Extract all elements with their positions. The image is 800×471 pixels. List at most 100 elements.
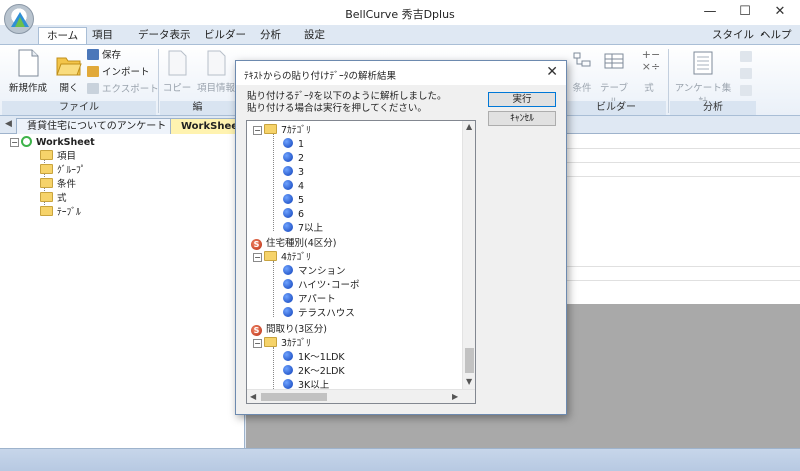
analysis-group-label: 分析	[670, 101, 756, 115]
value-icon	[283, 351, 293, 361]
category-item[interactable]: 4	[283, 180, 304, 193]
tab-data-view[interactable]: データ表示	[130, 27, 199, 45]
category-item[interactable]: テラスハウス	[283, 307, 355, 320]
category-item[interactable]: 2K～2LDK	[283, 365, 345, 378]
folder-icon	[40, 206, 53, 216]
category-node[interactable]: − 4ｶﾃｺﾞﾘ	[253, 251, 311, 264]
formula-button[interactable]: +− ×÷ 式	[638, 49, 660, 95]
dialog-close-button[interactable]: ✕	[546, 64, 558, 80]
tree-item-label: 項目	[57, 151, 77, 162]
save-button[interactable]: 保存	[87, 49, 121, 63]
copy-label: コピー	[162, 83, 192, 94]
scroll-left-icon[interactable]: ◀	[250, 392, 256, 401]
tab-items[interactable]: 項目	[84, 27, 121, 45]
collapse-icon[interactable]: −	[253, 126, 262, 135]
category-item[interactable]: 5	[283, 194, 304, 207]
vertical-scroll-thumb[interactable]	[465, 348, 474, 373]
category-item[interactable]: ハイツ･コーポ	[283, 279, 360, 292]
category-item-label: マンション	[298, 266, 346, 277]
doc-tab-survey[interactable]: 賃貸住宅についてのアンケート	[16, 118, 178, 134]
survey-total-button[interactable]: アンケート集計	[672, 49, 734, 108]
tree-item-items[interactable]: 項目	[40, 150, 76, 163]
category-item-label: ハイツ･コーポ	[298, 280, 360, 291]
tree-item-formula[interactable]: 式	[40, 192, 67, 205]
app-logo-icon[interactable]	[4, 4, 34, 34]
folder-icon	[40, 150, 53, 160]
value-icon	[283, 293, 293, 303]
item-info-icon	[203, 49, 229, 77]
import-button[interactable]: インポート	[87, 66, 150, 80]
copy-button[interactable]: コピー	[162, 49, 192, 94]
tree-item-label: 条件	[57, 179, 77, 190]
export-button[interactable]: エクスポート	[87, 83, 159, 97]
category-item-label: アパート	[298, 294, 336, 305]
value-icon	[283, 208, 293, 218]
tree-item-condition[interactable]: 条件	[40, 178, 76, 191]
category-item[interactable]: アパート	[283, 293, 336, 306]
analysis-small-2[interactable]	[740, 68, 755, 82]
window-title: BellCurve 秀吉Dplus	[345, 8, 455, 21]
tab-builder[interactable]: ビルダー	[196, 27, 254, 45]
variable-node[interactable]: S 間取り(3区分)	[251, 323, 327, 336]
save-icon	[87, 49, 99, 60]
scroll-right-icon[interactable]: ▶	[452, 392, 458, 401]
vertical-scrollbar[interactable]: ▲ ▼	[462, 121, 475, 389]
category-item-label: 1	[298, 139, 305, 150]
scroll-up-icon[interactable]: ▲	[466, 122, 472, 131]
open-label: 開く	[59, 83, 79, 94]
new-label: 新規作成	[8, 83, 47, 94]
scroll-down-icon[interactable]: ▼	[466, 377, 472, 386]
category-item[interactable]: 1K～1LDK	[283, 351, 345, 364]
collapse-icon[interactable]: −	[253, 253, 262, 262]
tab-analysis[interactable]: 分析	[252, 27, 289, 45]
variable-label: 住宅種別(4区分)	[266, 238, 337, 249]
ribbon-tab-row: ホーム 項目 データ表示 ビルダー 分析 設定 スタイル ・ ヘルプ ・	[0, 25, 800, 57]
analysis-small-1[interactable]	[740, 51, 755, 65]
category-item[interactable]: 3	[283, 166, 304, 179]
category-item-label: 6	[298, 209, 305, 220]
value-icon	[283, 138, 293, 148]
new-button[interactable]: 新規作成	[6, 49, 50, 94]
execute-button[interactable]: 実行	[488, 92, 556, 107]
tree-root-label: WorkSheet	[36, 137, 95, 148]
category-item[interactable]: 7以上	[283, 222, 323, 235]
table-button[interactable]: テーブル	[597, 49, 631, 108]
category-node[interactable]: − 3ｶﾃｺﾞﾘ	[253, 337, 311, 350]
category-item-label: 2K～2LDK	[298, 366, 345, 377]
file-group-label: ファイル	[2, 101, 156, 115]
category-node[interactable]: − 7ｶﾃｺﾞﾘ	[253, 124, 311, 137]
tree-root[interactable]: − WorkSheet	[10, 136, 95, 149]
condition-icon	[569, 49, 595, 77]
category-item[interactable]: 1	[283, 138, 304, 151]
variable-node[interactable]: S 住宅種別(4区分)	[251, 237, 336, 250]
grid-small-icon	[740, 68, 752, 79]
tab-scroll-left-icon[interactable]: ◀	[5, 119, 12, 129]
tree-connector	[273, 261, 274, 317]
minimize-button[interactable]: —	[700, 3, 720, 21]
analysis-small-3[interactable]	[740, 85, 755, 99]
collapse-icon[interactable]: −	[253, 339, 262, 348]
tree-connector	[273, 347, 274, 389]
maximize-button[interactable]: ☐	[735, 3, 755, 21]
cancel-button[interactable]: ｷｬﾝｾﾙ	[488, 111, 556, 126]
tree-item-label: 式	[57, 193, 67, 204]
dialog-message: 貼り付けるﾃﾞｰﾀを以下のように解析しました。 貼り付ける場合は実行を押してくだ…	[247, 91, 447, 115]
open-button[interactable]: 開く	[55, 49, 83, 94]
item-info-button[interactable]: 項目情報	[196, 49, 236, 94]
tree-item-table[interactable]: ﾃｰﾌﾞﾙ	[40, 206, 81, 219]
horizontal-scrollbar[interactable]: ◀ ▶	[247, 389, 475, 403]
tab-settings[interactable]: 設定	[296, 27, 333, 45]
worksheet-tree-panel: − WorkSheet 項目 ｸﾞﾙｰﾌﾟ 条件 式 ﾃｰﾌﾞﾙ	[0, 134, 245, 448]
tree-item-group[interactable]: ｸﾞﾙｰﾌﾟ	[40, 164, 86, 177]
category-item[interactable]: 6	[283, 208, 304, 221]
category-item[interactable]: マンション	[283, 265, 346, 278]
dialog-title-bar: ﾃｷｽﾄからの貼り付けﾃﾞｰﾀの解析結果 ✕	[236, 61, 566, 85]
collapse-icon[interactable]: −	[10, 138, 19, 147]
condition-button[interactable]: 条件	[568, 49, 596, 94]
category-item[interactable]: 2	[283, 152, 304, 165]
folder-icon	[40, 164, 53, 174]
close-window-button[interactable]: ✕	[770, 3, 790, 21]
ribbon-separator	[158, 49, 159, 113]
horizontal-scroll-thumb[interactable]	[261, 393, 327, 401]
parse-result-tree[interactable]: − 7ｶﾃｺﾞﾘ 1 2 3 4 5 6 7以上 S 住宅種別(4区分) − 4ｶﾃｺ…	[246, 120, 476, 404]
